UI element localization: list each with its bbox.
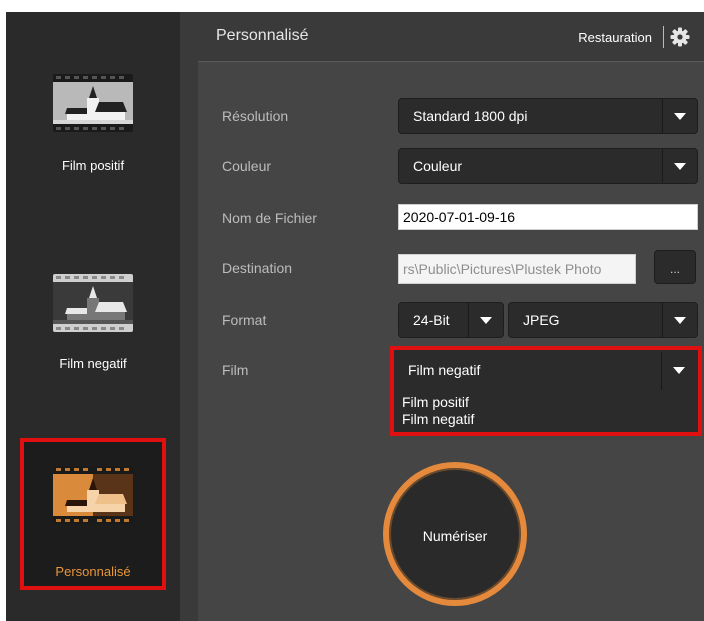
film-value: Film negatif xyxy=(408,362,481,378)
sidebar: Film positif Film negatif Personnalisé xyxy=(6,12,180,621)
color-value: Couleur xyxy=(413,158,463,174)
sidebar-item-label: Film positif xyxy=(61,158,125,173)
resolution-value: Standard 1800 dpi xyxy=(413,108,528,124)
destination-label: Destination xyxy=(222,260,293,276)
chevron-down-icon xyxy=(662,149,697,183)
film-custom-icon xyxy=(53,466,133,524)
chevron-down-icon xyxy=(661,352,696,390)
settings-panel: Personnalisé Restauration Résolution Sta… xyxy=(198,12,704,621)
file-format-value: JPEG xyxy=(523,312,560,328)
chevron-down-icon xyxy=(662,303,697,337)
scan-button-label: Numériser xyxy=(422,528,488,544)
header-divider xyxy=(663,26,664,48)
chevron-down-icon xyxy=(662,99,697,133)
sidebar-item-personnalise[interactable]: Personnalisé xyxy=(20,438,166,590)
scan-button[interactable]: Numériser xyxy=(383,462,527,606)
film-options-list: Film positif Film negatif xyxy=(402,394,474,428)
browse-button[interactable]: ... xyxy=(654,250,696,284)
film-dropdown[interactable]: Film negatif xyxy=(396,352,696,390)
restore-button[interactable]: Restauration xyxy=(578,30,652,45)
film-label: Film xyxy=(222,362,249,378)
film-option-negatif[interactable]: Film negatif xyxy=(402,411,474,428)
color-dropdown[interactable]: Couleur xyxy=(398,148,698,184)
panel-divider xyxy=(180,12,198,621)
page-title: Personnalisé xyxy=(216,27,309,44)
gear-icon[interactable] xyxy=(670,27,690,47)
resolution-label: Résolution xyxy=(222,108,289,124)
sidebar-item-label: Personnalisé xyxy=(55,564,131,579)
file-format-dropdown[interactable]: JPEG xyxy=(508,302,698,338)
filename-label: Nom de Fichier xyxy=(222,210,317,226)
bit-depth-value: 24-Bit xyxy=(413,312,450,328)
sidebar-item-film-negatif[interactable]: Film negatif xyxy=(20,268,166,388)
bit-depth-dropdown[interactable]: 24-Bit xyxy=(398,302,504,338)
format-label: Format xyxy=(222,312,267,328)
sidebar-item-label: Film negatif xyxy=(59,356,127,371)
film-option-positif[interactable]: Film positif xyxy=(402,394,474,411)
filename-input[interactable]: 2020-07-01-09-16 xyxy=(398,204,698,230)
chevron-down-icon xyxy=(468,303,503,337)
film-positive-icon xyxy=(53,74,133,132)
destination-input[interactable]: rs\Public\Pictures\Plustek Photo xyxy=(398,254,636,284)
app-window: Film positif Film negatif Personnalisé P… xyxy=(6,12,704,621)
film-negative-icon xyxy=(53,274,133,332)
color-label: Couleur xyxy=(222,158,272,174)
film-dropdown-highlight: Film negatif Film positif Film negatif xyxy=(390,346,702,436)
panel-header: Personnalisé Restauration xyxy=(198,12,704,62)
resolution-dropdown[interactable]: Standard 1800 dpi xyxy=(398,98,698,134)
sidebar-item-film-positif[interactable]: Film positif xyxy=(20,68,166,188)
